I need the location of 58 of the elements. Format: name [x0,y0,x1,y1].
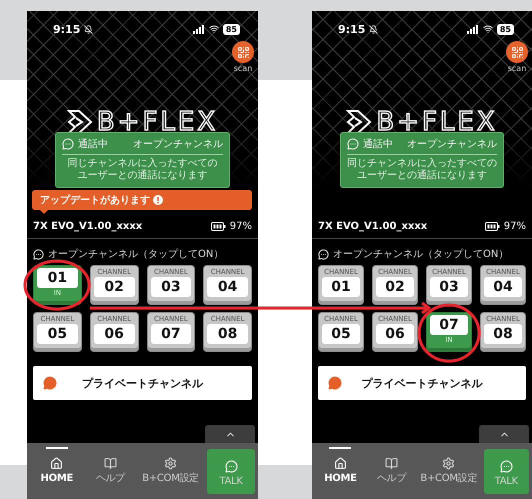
chat-icon [33,248,44,260]
banner-text: アップデートがあります [40,193,150,207]
device-name: 7X EVO_V1.00_xxxx [318,220,428,232]
battery-icon [210,222,226,230]
popup-message: 同じチャンネルに入ったすべてのユーザーとの通話になります [347,158,497,182]
book-icon [104,457,117,470]
brand-logo-text: B+FLEX [96,109,218,135]
popup-mode: オープンチャンネル [407,138,497,151]
status-time: 9:15 [338,22,366,36]
nav-tab[interactable]: B+COM設定 [416,443,481,494]
private-channel-button[interactable]: プライベートチャンネル [33,366,252,400]
signal-icon [466,24,479,34]
nav-tab[interactable]: ヘルプ [366,443,417,494]
nav-tab[interactable]: ヘルプ [84,443,138,494]
nav-tab[interactable]: HOME [315,443,366,494]
popup-mode: オープンチャンネル [133,138,223,151]
bell-off-icon [84,24,94,34]
chat-icon [43,376,57,390]
wifi-icon [208,24,219,34]
chat-icon [224,460,238,473]
highlight-circle [24,260,90,310]
chat-icon [62,138,74,150]
highlight-circle [418,304,480,362]
battery-level: 85 [222,24,240,34]
chat-icon [328,376,342,390]
status-time: 9:15 [53,22,80,36]
logo-icon [66,109,93,135]
home-icon [50,457,64,470]
logo-icon [346,109,372,135]
bell-off-icon [369,24,378,34]
device-battery: 97% [504,220,526,232]
battery-icon [484,222,500,230]
private-channel-button[interactable]: プライベートチャンネル [318,366,526,400]
home-icon [334,457,347,470]
popup-message: 同じチャンネルに入ったすべてのユーザーとの通話になります [68,158,218,182]
book-icon [384,457,398,470]
popup-title: 通話中 [78,138,108,151]
alert-icon [153,195,163,205]
section-label: オープンチャンネル（タップしてON） [48,248,224,261]
popup-title: 通話中 [363,138,393,151]
chat-icon [318,248,329,260]
qr-code-icon [510,46,524,58]
settings-icon [164,457,178,470]
battery-level: 85 [496,24,514,34]
brand-logo-text: B+FLEX [376,109,498,135]
device-battery: 97% [230,220,252,232]
chat-icon [347,138,359,150]
section-label: オープンチャンネル（タップしてON） [333,248,508,261]
expand-tab[interactable] [479,425,529,443]
chat-icon [500,460,513,473]
signal-icon [192,24,205,34]
device-name: 7X EVO_V1.00_xxxx [33,220,142,232]
wifi-icon [482,24,493,34]
expand-tab[interactable] [205,425,255,443]
settings-icon [442,457,456,470]
nav-tab[interactable]: B+COM設定 [137,443,204,494]
qr-code-icon [236,46,250,58]
nav-tab[interactable]: HOME [30,443,84,494]
